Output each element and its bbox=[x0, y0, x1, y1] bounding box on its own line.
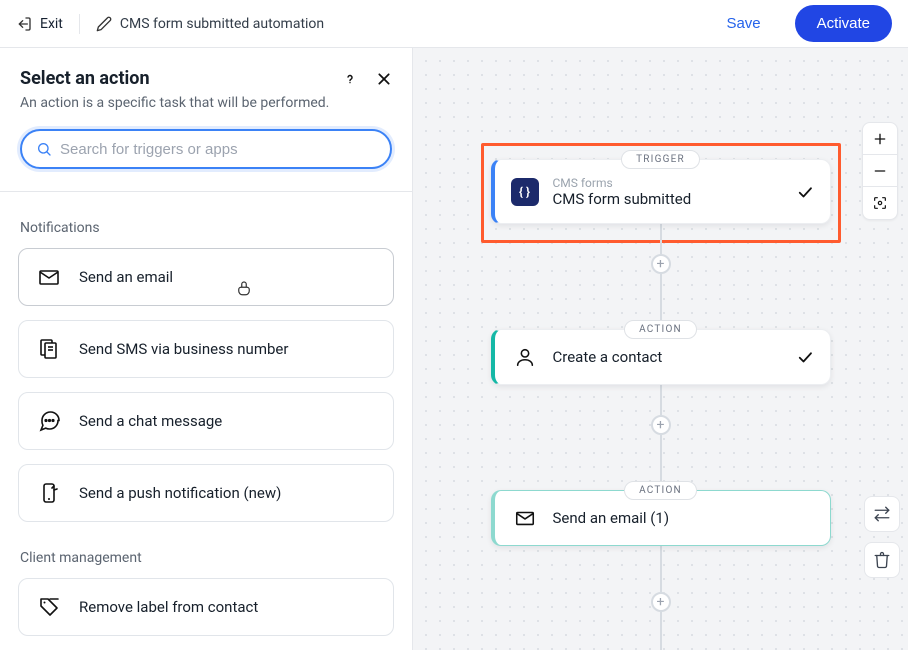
delete-button[interactable] bbox=[864, 542, 900, 578]
chat-icon bbox=[37, 409, 61, 433]
add-step-button[interactable]: + bbox=[651, 254, 671, 274]
panel-subtitle: An action is a specific task that will b… bbox=[20, 95, 392, 111]
exit-label: Exit bbox=[40, 16, 63, 32]
cursor-icon bbox=[235, 279, 253, 297]
exit-icon bbox=[16, 16, 32, 32]
node-title: Create a contact bbox=[553, 348, 782, 366]
trigger-pill: TRIGGER bbox=[621, 150, 700, 169]
node-tools bbox=[864, 496, 900, 578]
action-label: Remove label from contact bbox=[79, 598, 258, 616]
trigger-subtitle: CMS forms bbox=[553, 176, 782, 190]
zoom-toolbar bbox=[862, 122, 898, 220]
action-send-email[interactable]: Send an email bbox=[18, 248, 394, 306]
edit-icon bbox=[96, 16, 112, 32]
cms-icon: { } bbox=[511, 178, 539, 206]
mail-icon bbox=[511, 504, 539, 532]
panel-title: Select an action bbox=[20, 68, 150, 89]
add-step-button[interactable]: + bbox=[651, 592, 671, 612]
search-input-wrap[interactable] bbox=[20, 129, 392, 169]
search-icon bbox=[36, 141, 52, 157]
action-send-sms[interactable]: Send SMS via business number bbox=[18, 320, 394, 378]
automation-title[interactable]: CMS form submitted automation bbox=[96, 16, 324, 32]
swap-button[interactable] bbox=[864, 496, 900, 532]
zoom-in-button[interactable] bbox=[862, 123, 898, 155]
automation-title-text: CMS form submitted automation bbox=[120, 16, 324, 32]
close-icon[interactable] bbox=[376, 71, 392, 87]
help-icon[interactable] bbox=[342, 71, 358, 87]
mail-icon bbox=[37, 265, 61, 289]
zoom-out-button[interactable] bbox=[862, 155, 898, 187]
sms-icon bbox=[37, 337, 61, 361]
action-label: Send SMS via business number bbox=[79, 340, 288, 358]
tag-remove-icon bbox=[37, 595, 61, 619]
check-icon bbox=[796, 348, 814, 366]
action-send-chat[interactable]: Send a chat message bbox=[18, 392, 394, 450]
section-notifications: Notifications bbox=[20, 220, 394, 236]
action-picker-panel: Select an action An action is a specific… bbox=[0, 48, 413, 650]
contact-icon bbox=[511, 343, 539, 371]
separator bbox=[79, 14, 80, 34]
top-bar: Exit CMS form submitted automation Save … bbox=[0, 0, 908, 48]
action-label: Send an email bbox=[79, 268, 173, 286]
trigger-title: CMS form submitted bbox=[553, 190, 782, 208]
action-pill: ACTION bbox=[624, 320, 697, 339]
action-label: Send a chat message bbox=[79, 412, 222, 430]
activate-button[interactable]: Activate bbox=[795, 5, 892, 42]
push-icon bbox=[37, 481, 61, 505]
save-button[interactable]: Save bbox=[712, 7, 774, 40]
fit-view-button[interactable] bbox=[862, 187, 898, 219]
automation-canvas[interactable]: TRIGGER { } CMS forms CMS form submitted… bbox=[413, 48, 908, 650]
check-icon bbox=[796, 183, 814, 201]
add-step-button[interactable]: + bbox=[651, 415, 671, 435]
action-label: Send a push notification (new) bbox=[79, 484, 281, 502]
action-send-push[interactable]: Send a push notification (new) bbox=[18, 464, 394, 522]
action-remove-label[interactable]: Remove label from contact bbox=[18, 578, 394, 636]
exit-button[interactable]: Exit bbox=[16, 16, 63, 32]
action-pill: ACTION bbox=[624, 481, 697, 500]
section-client-mgmt: Client management bbox=[20, 550, 394, 566]
search-input[interactable] bbox=[60, 141, 376, 158]
node-title: Send an email (1) bbox=[553, 509, 814, 527]
